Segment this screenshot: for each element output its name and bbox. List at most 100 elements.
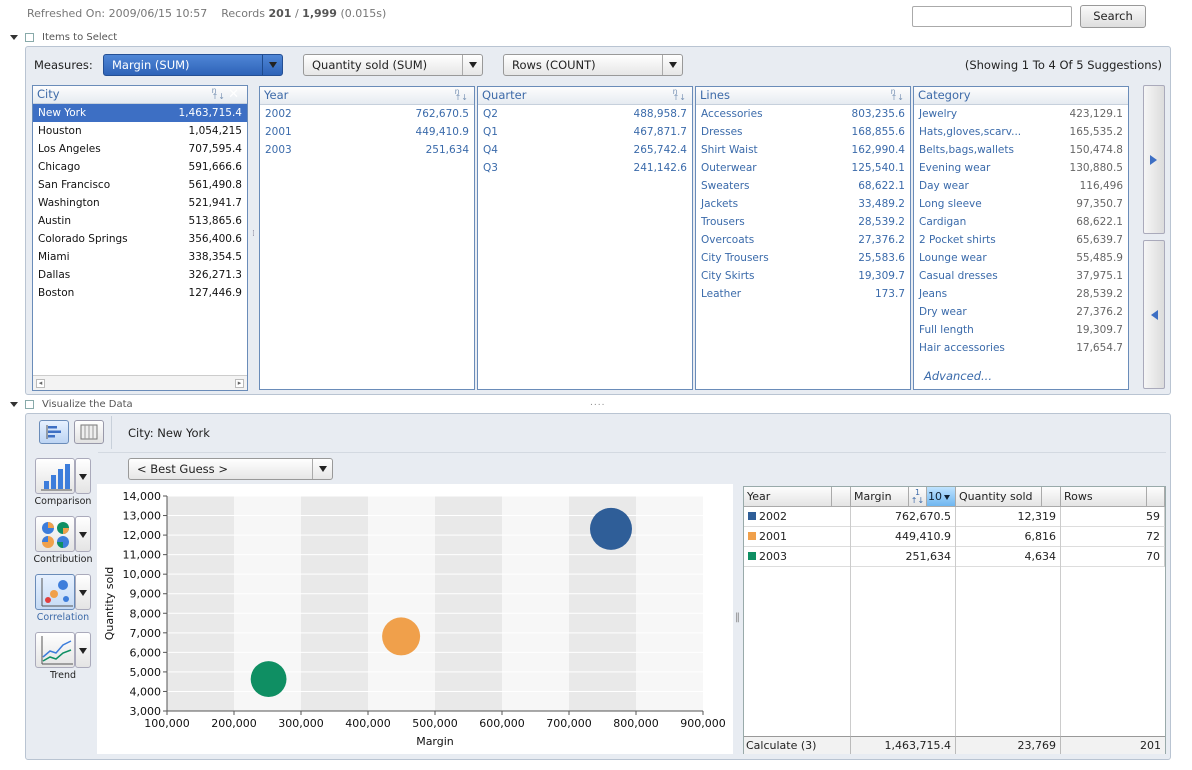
list-item[interactable]: Shirt Waist 162,990.4 (696, 141, 910, 159)
list-item[interactable]: New York 1,463,715.4 (33, 104, 247, 122)
column-header-rows[interactable]: Rows (1061, 487, 1147, 507)
splitter-handle-icon[interactable]: ‖ (735, 612, 740, 623)
list-item[interactable]: Overcoats 27,376.2 (696, 231, 910, 249)
cell-margin[interactable]: 449,410.9 (851, 527, 956, 547)
measure-dropdown-quantity[interactable]: Quantity sold (SUM) (303, 54, 483, 76)
chevron-down-icon[interactable] (312, 459, 332, 479)
cell-year[interactable]: 2003 (744, 547, 851, 567)
sort-icon[interactable]: n ↑↓ (455, 88, 468, 102)
list-item[interactable]: Colorado Springs 356,400.6 (33, 230, 247, 248)
correlation-chart-button[interactable] (35, 574, 91, 610)
list-item[interactable]: City Skirts 19,309.7 (696, 267, 910, 285)
list-item[interactable]: Belts,bags,wallets 150,474.8 (914, 141, 1128, 159)
list-item[interactable]: Q4 265,742.4 (478, 141, 692, 159)
chevron-down-icon[interactable] (75, 632, 91, 668)
list-item[interactable]: Los Angeles 707,595.4 (33, 140, 247, 158)
sort-icon[interactable]: n ↑↓ (212, 87, 225, 101)
cell-rows[interactable]: 59 (1061, 507, 1165, 527)
cell-margin[interactable]: 251,634 (851, 547, 956, 567)
list-item[interactable]: Q2 488,958.7 (478, 105, 692, 123)
column-header-quantity[interactable]: Quantity sold (956, 487, 1042, 507)
table-view-toggle[interactable] (74, 420, 104, 444)
list-item[interactable]: Day wear 116,496 (914, 177, 1128, 195)
list-item[interactable]: Outerwear 125,540.1 (696, 159, 910, 177)
chevron-down-icon[interactable] (462, 55, 482, 75)
cell-year[interactable]: 2001 (744, 527, 851, 547)
cell-quantity[interactable]: 6,816 (956, 527, 1061, 547)
next-suggestions-button[interactable] (1143, 85, 1165, 234)
list-item[interactable]: Hair accessories 17,654.7 (914, 339, 1128, 357)
splitter-dots-icon[interactable]: .... (590, 398, 605, 408)
list-item[interactable]: 2001 449,410.9 (260, 123, 474, 141)
chevron-down-icon[interactable] (75, 574, 91, 610)
line-chart-icon[interactable] (35, 632, 75, 668)
chart-view-toggle[interactable] (39, 420, 69, 444)
list-item[interactable]: Dresses 168,855.6 (696, 123, 910, 141)
list-item[interactable]: Accessories 803,235.6 (696, 105, 910, 123)
cell-rows[interactable]: 70 (1061, 547, 1165, 567)
splitter-handle-icon[interactable]: ⁞ (252, 229, 255, 239)
close-icon[interactable]: ✕ (228, 86, 239, 103)
cell-rows[interactable]: 72 (1061, 527, 1165, 547)
horizontal-scrollbar[interactable]: ◂ ▸ (33, 375, 247, 390)
list-item[interactable]: 2 Pocket shirts 65,639.7 (914, 231, 1128, 249)
cell-quantity[interactable]: 12,319 (956, 507, 1061, 527)
cell-margin[interactable]: 762,670.5 (851, 507, 956, 527)
list-item[interactable]: Miami 338,354.5 (33, 248, 247, 266)
list-item[interactable]: San Francisco 561,490.8 (33, 176, 247, 194)
measure-dropdown-rows[interactable]: Rows (COUNT) (503, 54, 683, 76)
list-item[interactable]: 2002 762,670.5 (260, 105, 474, 123)
pie-chart-icon[interactable] (35, 516, 75, 552)
list-item[interactable]: Jackets 33,489.2 (696, 195, 910, 213)
list-item[interactable]: Austin 513,865.6 (33, 212, 247, 230)
bubble-chart-icon[interactable] (35, 574, 75, 610)
list-item[interactable]: Trousers 28,539.2 (696, 213, 910, 231)
column-header-year[interactable]: Year (744, 487, 832, 507)
list-item[interactable]: City Trousers 25,583.6 (696, 249, 910, 267)
list-item[interactable]: Lounge wear 55,485.9 (914, 249, 1128, 267)
chevron-down-icon[interactable] (944, 495, 950, 500)
best-guess-dropdown[interactable]: < Best Guess > (128, 458, 333, 480)
list-item[interactable]: Washington 521,941.7 (33, 194, 247, 212)
list-item[interactable]: Chicago 591,666.6 (33, 158, 247, 176)
section-checkbox-icon[interactable] (25, 399, 34, 409)
list-item[interactable]: Jeans 28,539.2 (914, 285, 1128, 303)
list-item[interactable]: Houston 1,054,215 (33, 122, 247, 140)
cell-quantity[interactable]: 4,634 (956, 547, 1061, 567)
trend-chart-button[interactable] (35, 632, 91, 668)
list-item[interactable]: Hats,gloves,scarv... 165,535.2 (914, 123, 1128, 141)
chevron-down-icon[interactable] (662, 55, 682, 75)
list-item[interactable]: Q1 467,871.7 (478, 123, 692, 141)
list-item[interactable]: Casual dresses 37,975.1 (914, 267, 1128, 285)
measure-dropdown-margin[interactable]: Margin (SUM) (103, 54, 283, 76)
search-input[interactable] (912, 6, 1072, 27)
chevron-down-icon[interactable] (262, 55, 282, 75)
list-item[interactable]: Boston 127,446.9 (33, 284, 247, 302)
contribution-chart-button[interactable] (35, 516, 91, 552)
list-item[interactable]: Cardigan 68,622.1 (914, 213, 1128, 231)
comparison-chart-button[interactable] (35, 458, 91, 494)
collapse-triangle-icon[interactable] (10, 34, 18, 40)
column-header-margin[interactable]: Margin (851, 487, 909, 507)
list-item[interactable]: 2003 251,634 (260, 141, 474, 159)
sort-icon[interactable]: 1 ↑↓ (909, 487, 927, 507)
list-item[interactable]: Q3 241,142.6 (478, 159, 692, 177)
chevron-down-icon[interactable] (75, 458, 91, 494)
list-item[interactable]: Evening wear 130,880.5 (914, 159, 1128, 177)
advanced-link[interactable]: Advanced... (924, 369, 992, 383)
scroll-right-icon[interactable]: ▸ (235, 379, 244, 388)
scroll-left-icon[interactable]: ◂ (36, 379, 45, 388)
chevron-down-icon[interactable] (75, 516, 91, 552)
prev-suggestions-button[interactable] (1143, 240, 1165, 389)
section-checkbox-icon[interactable] (25, 32, 34, 42)
list-item[interactable]: Long sleeve 97,350.7 (914, 195, 1128, 213)
items-section-header[interactable]: Items to Select (10, 30, 117, 44)
list-item[interactable]: Dallas 326,271.3 (33, 266, 247, 284)
search-button[interactable]: Search (1080, 5, 1146, 28)
collapse-triangle-icon[interactable] (10, 401, 18, 407)
topn-selector[interactable]: 10 (927, 487, 956, 507)
sort-icon[interactable]: n ↑↓ (673, 88, 686, 102)
list-item[interactable]: Full length 19,309.7 (914, 321, 1128, 339)
list-item[interactable]: Jewelry 423,129.1 (914, 105, 1128, 123)
list-item[interactable]: Dry wear 27,376.2 (914, 303, 1128, 321)
